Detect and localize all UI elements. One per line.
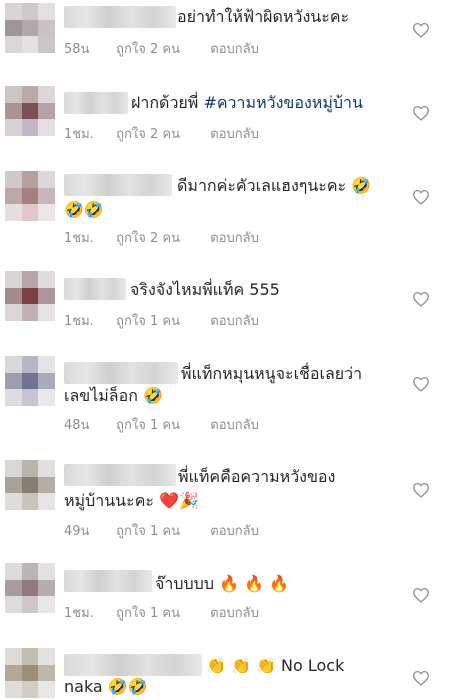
comment-time: 1ชม. bbox=[64, 314, 94, 329]
comment-time: 1ชม. bbox=[64, 127, 94, 142]
heart-outline-icon[interactable] bbox=[412, 670, 430, 686]
username-blurred[interactable] bbox=[64, 278, 126, 300]
like-count-link[interactable]: ถูกใจ 1 คน bbox=[116, 520, 206, 541]
heart-outline-icon[interactable] bbox=[412, 22, 430, 38]
avatar[interactable] bbox=[5, 86, 55, 136]
username-blurred[interactable] bbox=[64, 464, 176, 486]
avatar[interactable] bbox=[5, 171, 55, 221]
comment-text-line2: 🤣🤣 bbox=[64, 200, 104, 219]
avatar[interactable] bbox=[5, 648, 55, 698]
avatar[interactable] bbox=[5, 356, 55, 406]
reply-button[interactable]: ตอบกลับ bbox=[210, 227, 259, 248]
username-blurred[interactable] bbox=[64, 174, 172, 196]
comment-time: 49น bbox=[64, 524, 90, 539]
reply-button[interactable]: ตอบกลับ bbox=[210, 602, 259, 623]
username-blurred[interactable] bbox=[64, 92, 128, 114]
heart-outline-icon[interactable] bbox=[412, 376, 430, 392]
avatar[interactable] bbox=[5, 3, 55, 53]
comment-text: พี่แท็คคือความหวังของ bbox=[178, 467, 336, 486]
username-blurred[interactable] bbox=[64, 6, 176, 28]
username-blurred[interactable] bbox=[64, 362, 178, 384]
comment-text-line2: หมู่บ้านนะคะ ❤️🎉 bbox=[64, 491, 199, 510]
comment-meta: 1ชม. ถูกใจ 2 คน ตอบกลับ bbox=[64, 123, 259, 144]
comment-text: จ๊าบบบบ 🔥 🔥 🔥 bbox=[155, 574, 290, 593]
heart-outline-icon[interactable] bbox=[412, 105, 430, 121]
like-count-link[interactable]: ถูกใจ 1 คน bbox=[116, 414, 206, 435]
avatar[interactable] bbox=[5, 563, 55, 613]
comment-text: 👏 👏 👏 No Lock bbox=[206, 656, 345, 675]
comment-text-prefix: ฝากด้วยพี่ bbox=[131, 93, 204, 112]
heart-outline-icon[interactable] bbox=[412, 291, 430, 307]
comment-meta: 49น ถูกใจ 1 คน ตอบกลับ bbox=[64, 520, 259, 541]
heart-outline-icon[interactable] bbox=[412, 587, 430, 603]
reply-button[interactable]: ตอบกลับ bbox=[210, 38, 259, 59]
hashtag-link[interactable]: #ความหวังของหมู่บ้าน bbox=[203, 93, 363, 112]
comment-text: พี่แท็กหมุนหนูจะเชื่อเลยว่า bbox=[181, 364, 363, 383]
comment-text: ฝากด้วยพี่ #ความหวังของหมู่บ้าน bbox=[131, 89, 363, 116]
comment-meta: 1ชม. ถูกใจ 2 คน ตอบกลับ bbox=[64, 227, 259, 248]
comment-meta: 48น ถูกใจ 1 คน ตอบกลับ bbox=[64, 414, 259, 435]
comment-time: 58น bbox=[64, 42, 90, 57]
username-blurred[interactable] bbox=[64, 570, 152, 592]
like-count-link[interactable]: ถูกใจ 1 คน bbox=[116, 602, 206, 623]
like-count-link[interactable]: ถูกใจ 2 คน bbox=[116, 38, 206, 59]
like-count-link[interactable]: ถูกใจ 1 คน bbox=[116, 310, 206, 331]
reply-button[interactable]: ตอบกลับ bbox=[210, 123, 259, 144]
comment-time: 1ชม. bbox=[64, 606, 94, 621]
comment-time: 1ชม. bbox=[64, 231, 94, 246]
comment-text-line2: เลขไม่ล็อก 🤣 bbox=[64, 386, 163, 405]
comment-meta: 1ชม. ถูกใจ 1 คน ตอบกลับ bbox=[64, 310, 259, 331]
avatar[interactable] bbox=[5, 271, 55, 321]
comment-time: 48น bbox=[64, 418, 90, 433]
heart-outline-icon[interactable] bbox=[412, 189, 430, 205]
comment-text: จริงจังไหมพี่แท็ค 555 bbox=[130, 280, 280, 299]
comment-meta: 1ชม. ถูกใจ 1 คน ตอบกลับ bbox=[64, 602, 259, 623]
comment-meta: 58น ถูกใจ 2 คน ตอบกลับ bbox=[64, 38, 259, 59]
reply-button[interactable]: ตอบกลับ bbox=[210, 520, 259, 541]
reply-button[interactable]: ตอบกลับ bbox=[210, 414, 259, 435]
reply-button[interactable]: ตอบกลับ bbox=[210, 310, 259, 331]
like-count-link[interactable]: ถูกใจ 2 คน bbox=[116, 227, 206, 248]
heart-outline-icon[interactable] bbox=[412, 482, 430, 498]
comment-text: ดีมากค่ะคัวเลแฮงๆนะคะ 🤣 bbox=[177, 176, 372, 195]
like-count-link[interactable]: ถูกใจ 2 คน bbox=[116, 123, 206, 144]
avatar[interactable] bbox=[5, 460, 55, 510]
comment-text: อย่าทำให้ฟ้าผิดหวังนะคะ bbox=[177, 7, 350, 26]
